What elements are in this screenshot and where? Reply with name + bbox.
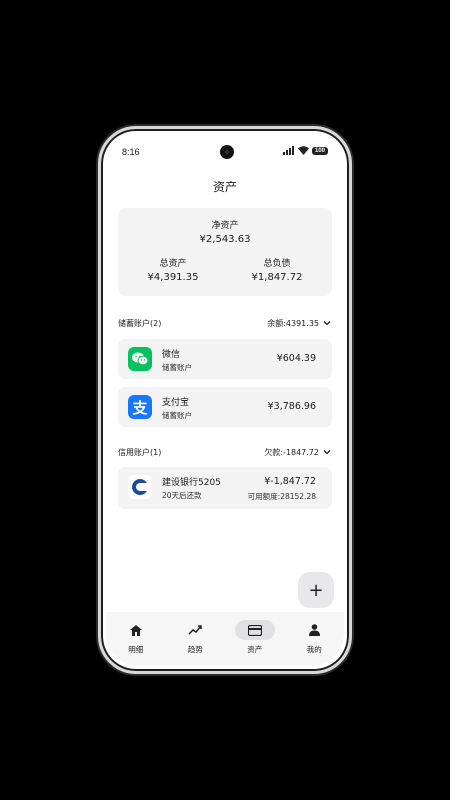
total-assets-value: ¥4,391.35: [147, 272, 199, 283]
nav-label: 资产: [247, 645, 263, 654]
camera-cutout: [220, 145, 234, 159]
nav-label: 趋势: [187, 645, 203, 654]
account-card-wechat[interactable]: 微信 储蓄账户 ¥604.39: [118, 339, 332, 379]
savings-section-header[interactable]: 储蓄账户(2) 余额:4391.35: [118, 316, 332, 330]
status-icons: 100: [282, 146, 328, 155]
ccb-bank-icon: [128, 475, 152, 499]
savings-balance: 余额:4391.35: [267, 318, 319, 328]
nav-label: 我的: [306, 645, 322, 654]
nav-item-trend[interactable]: 趋势: [166, 620, 226, 666]
wifi-icon: [297, 146, 309, 155]
home-icon: [116, 620, 156, 640]
nav-item-assets[interactable]: 资产: [225, 620, 285, 666]
card-icon: [234, 620, 275, 640]
net-assets-value: ¥2,543.63: [199, 234, 251, 245]
account-amount: ¥3,786.96: [267, 401, 316, 412]
available-credit: 可用额度:28152.28: [247, 492, 316, 501]
net-worth-summary: 净资产 ¥2,543.63 总资产 ¥4,391.35 总负债 ¥1,847.7…: [118, 208, 332, 296]
nav-label: 明细: [128, 645, 144, 654]
alipay-icon: 支: [128, 395, 152, 419]
account-name: 微信: [162, 350, 181, 360]
phone-frame: 8:16 100 资产 净资产 ¥2,543.63 总资产 ¥4,391.35 …: [98, 126, 352, 674]
account-amount: ¥604.39: [276, 353, 316, 364]
signal-icon: [282, 146, 294, 155]
chevron-down-icon[interactable]: [322, 447, 332, 457]
account-card-ccb[interactable]: 建设银行5205 20天后还款 ¥-1,847.72 可用额度:28152.28: [118, 467, 332, 509]
credit-owed: 欠款:-1847.72: [264, 447, 319, 457]
battery-icon: 100: [311, 146, 328, 155]
repayment-due: 20天后还款: [162, 491, 202, 500]
credit-section-header[interactable]: 信用账户(1) 欠款:-1847.72: [118, 445, 332, 459]
person-icon: [294, 620, 334, 640]
status-bar: 8:16 100: [106, 144, 344, 160]
credit-section-title: 信用账户(1): [118, 447, 162, 457]
bottom-nav: 明细 趋势 资产 我的: [106, 612, 344, 666]
wechat-icon: [128, 347, 152, 371]
nav-item-me[interactable]: 我的: [285, 620, 345, 666]
screen: 8:16 100 资产 净资产 ¥2,543.63 总资产 ¥4,391.35 …: [106, 134, 344, 666]
add-account-button[interactable]: +: [298, 572, 334, 608]
page-title: 资产: [212, 180, 237, 194]
account-type: 储蓄账户: [162, 411, 192, 420]
account-name: 建设银行5205: [162, 478, 221, 488]
total-assets-label: 总资产: [159, 259, 187, 269]
status-time: 8:16: [122, 147, 140, 157]
account-name: 支付宝: [162, 398, 190, 408]
total-debts-value: ¥1,847.72: [251, 272, 303, 283]
savings-section-title: 储蓄账户(2): [118, 318, 162, 328]
trend-icon: [175, 620, 215, 640]
total-debts-label: 总负债: [263, 259, 291, 269]
chevron-down-icon[interactable]: [322, 318, 332, 328]
account-card-alipay[interactable]: 支 支付宝 储蓄账户 ¥3,786.96: [118, 387, 332, 427]
net-assets-label: 净资产: [211, 221, 239, 231]
account-type: 储蓄账户: [162, 363, 192, 372]
account-amount: ¥-1,847.72: [264, 476, 316, 487]
nav-item-details[interactable]: 明细: [106, 620, 166, 666]
